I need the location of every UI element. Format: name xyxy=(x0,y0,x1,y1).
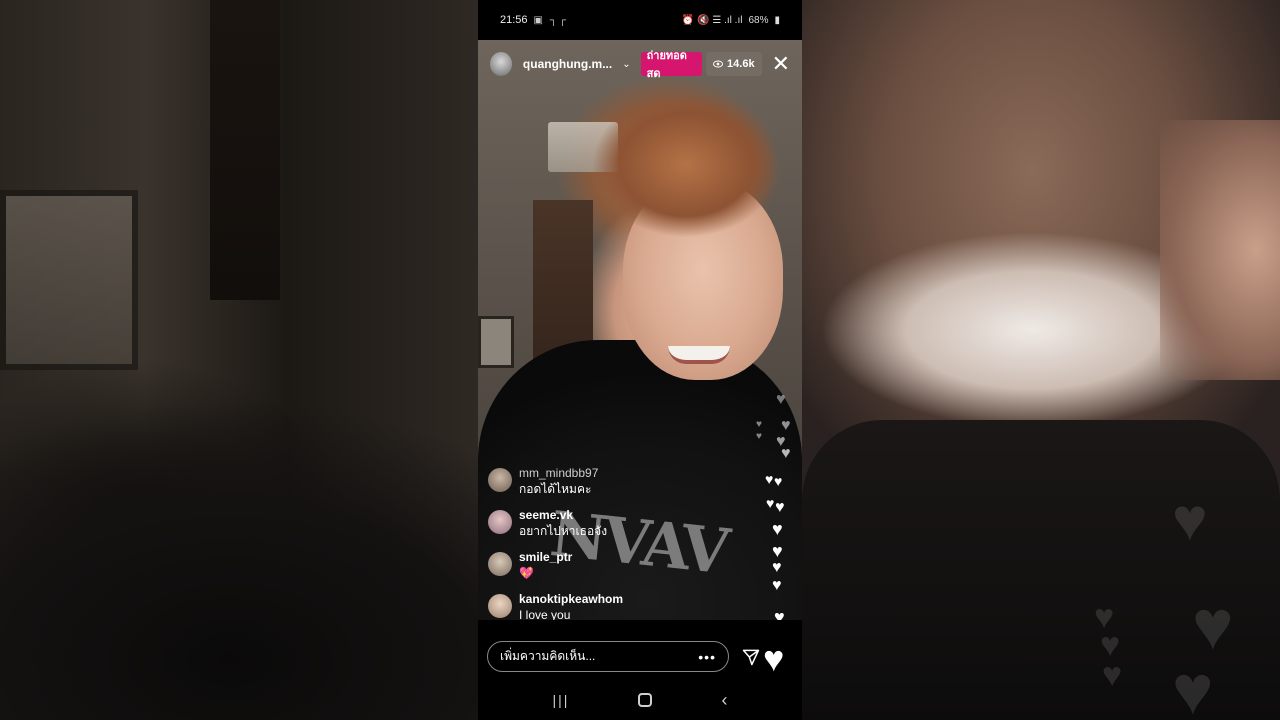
heart-icon[interactable]: ♥ xyxy=(763,638,784,680)
background-doorway xyxy=(210,0,280,300)
background-heart-icon: ♥ xyxy=(1192,586,1234,664)
system-nav-bar: ||| ‹ xyxy=(478,680,802,720)
comment-avatar[interactable] xyxy=(488,510,512,534)
more-options-icon[interactable]: ••• xyxy=(698,649,716,665)
heart-icon: ♥ xyxy=(756,419,762,430)
status-notification-icons: ▣ ┐┌ xyxy=(533,14,568,26)
comment-input-placeholder: เพิ่มความคิดเห็น... xyxy=(500,649,596,663)
back-icon[interactable]: ‹ xyxy=(721,690,727,711)
status-bar: 21:56 ▣ ┐┌ ⏰ 🔇 ☰ .ıl .ıl 68% ▮ xyxy=(478,0,802,40)
comment-text: อยากไปหาเธอจัง xyxy=(519,524,608,538)
send-icon[interactable] xyxy=(741,647,761,667)
heart-icon: ♥ xyxy=(772,519,783,539)
close-icon[interactable]: ✕ xyxy=(772,53,790,75)
heart-icon: ♥ xyxy=(756,431,762,442)
comment-item[interactable]: smile_ptr 💖 xyxy=(488,550,738,592)
heart-icon: ♥ xyxy=(781,417,791,434)
host-username[interactable]: quanghung.m... xyxy=(523,57,612,71)
background-shoulder xyxy=(0,300,478,720)
comments-list: mm_mindbb97 กอดได้ไหมคะ seeme.vk อยากไปห… xyxy=(488,466,738,634)
video-wall-picture xyxy=(478,316,514,368)
video-hair xyxy=(576,85,802,260)
battery-icon: ▮ xyxy=(774,14,780,26)
background-heart-icon: ♥ xyxy=(1172,651,1214,720)
eye-icon xyxy=(713,60,724,68)
comment-avatar[interactable] xyxy=(488,468,512,492)
status-right: ⏰ 🔇 ☰ .ıl .ıl 68% ▮ xyxy=(682,15,780,26)
comment-username[interactable]: smile_ptr xyxy=(519,550,572,564)
status-time: 21:56 xyxy=(500,14,528,26)
phone-screen: 21:56 ▣ ┐┌ ⏰ 🔇 ☰ .ıl .ıl 68% ▮ NVAV quan… xyxy=(478,0,802,720)
chevron-down-icon[interactable]: ⌄ xyxy=(622,59,630,70)
comment-username[interactable]: kanoktipkeawhom xyxy=(519,592,623,606)
heart-icon: ♥ xyxy=(776,391,786,408)
comment-text: กอดได้ไหมคะ xyxy=(519,482,592,496)
live-badge: ถ่ายทอดสด xyxy=(640,50,703,80)
heart-icon: ♥ xyxy=(772,577,782,594)
heart-icon: ♥ xyxy=(772,559,782,576)
heart-icon: ♥ xyxy=(766,495,775,511)
comment-input[interactable]: เพิ่มความคิดเห็น... ••• xyxy=(487,641,729,672)
live-badge-label: ถ่ายทอดสด xyxy=(646,50,687,80)
comment-username[interactable]: seeme.vk xyxy=(519,508,607,522)
viewer-count-badge[interactable]: 14.6k xyxy=(706,52,762,76)
battery-level: 68% xyxy=(748,14,769,26)
viewer-count: 14.6k xyxy=(727,58,755,70)
heart-icon: ♥ xyxy=(774,473,783,489)
recent-apps-icon[interactable]: ||| xyxy=(553,692,570,708)
comment-avatar[interactable] xyxy=(488,594,512,618)
heart-icon: ♥ xyxy=(772,541,783,561)
heart-icon: ♥ xyxy=(781,445,791,462)
background-cheek xyxy=(1160,120,1280,380)
comment-text: 💖 xyxy=(519,566,534,580)
background-left-blur xyxy=(0,0,478,720)
live-top-bar: quanghung.m... ⌄ ถ่ายทอดสด 14.6k ✕ xyxy=(490,50,790,80)
background-heart-icon: ♥ xyxy=(1172,486,1208,553)
host-avatar[interactable] xyxy=(490,52,512,76)
status-system-icons: ⏰ 🔇 ☰ .ıl .ıl xyxy=(681,14,743,26)
comment-composer-bar: เพิ่มความคิดเห็น... ••• ♥ xyxy=(478,620,802,680)
heart-icon: ♥ xyxy=(765,471,774,487)
heart-icon: ♥ xyxy=(775,499,785,516)
comment-avatar[interactable] xyxy=(488,552,512,576)
comment-item[interactable]: seeme.vk อยากไปหาเธอจัง xyxy=(488,508,738,550)
video-smile xyxy=(668,346,730,364)
home-icon[interactable] xyxy=(638,693,653,707)
comment-username[interactable]: mm_mindbb97 xyxy=(519,466,598,480)
background-right-blur: ♥ ♥ ♥ ♥ ♥ ♥ xyxy=(802,0,1280,720)
background-heart-icon: ♥ xyxy=(1102,656,1123,694)
comment-item[interactable]: mm_mindbb97 กอดได้ไหมคะ xyxy=(488,466,738,508)
